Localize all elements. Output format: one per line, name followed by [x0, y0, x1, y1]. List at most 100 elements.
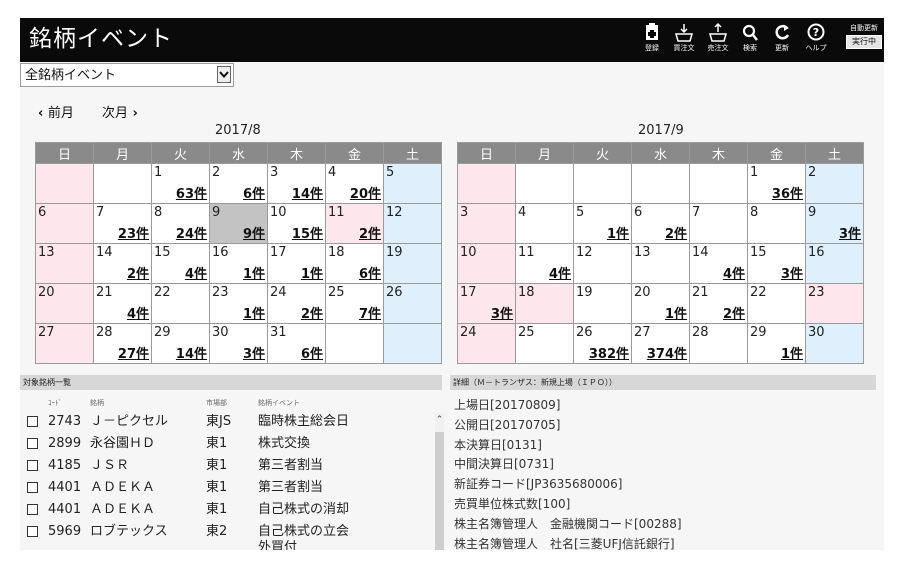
event-count-link[interactable]: 2件 — [665, 227, 687, 242]
auto-update-toggle[interactable]: 自動更新 実行中 — [846, 24, 882, 49]
row-checkbox[interactable] — [27, 460, 38, 471]
event-count-link[interactable]: 15件 — [292, 227, 323, 242]
calendar-day-cell[interactable]: 15 3件 — [747, 243, 806, 284]
calendar-day-cell[interactable]: 4 20件 — [325, 163, 384, 204]
event-count-link[interactable]: 6件 — [359, 267, 381, 282]
calendar-day-cell[interactable]: 23 — [805, 283, 864, 324]
event-count-link[interactable]: 7件 — [359, 307, 381, 322]
calendar-day-cell[interactable]: 17 3件 — [457, 283, 516, 324]
stock-row[interactable]: 5969 ロブテックス 東2 自己株式の立会外買付 — [20, 521, 436, 550]
calendar-day-cell[interactable]: 12 — [573, 243, 632, 284]
calendar-day-cell[interactable]: 11 4件 — [515, 243, 574, 284]
event-count-link[interactable]: 1件 — [665, 307, 687, 322]
next-month-link[interactable]: 次月 › — [102, 106, 138, 122]
calendar-day-cell[interactable]: 6 2件 — [631, 203, 690, 244]
calendar-day-cell[interactable]: 26 — [383, 283, 442, 324]
calendar-day-cell[interactable]: 22 — [151, 283, 210, 324]
calendar-day-cell[interactable]: 13 — [35, 243, 94, 284]
stock-row[interactable]: 4401 ＡＤＥＫＡ 東1 第三者割当 — [20, 477, 436, 499]
scroll-up-icon[interactable]: ⌃ — [435, 415, 444, 425]
calendar-day-cell[interactable]: 28 27件 — [93, 323, 152, 364]
event-count-link[interactable]: 23件 — [118, 227, 149, 242]
calendar-day-cell[interactable]: 1 63件 — [151, 163, 210, 204]
event-count-link[interactable]: 1件 — [301, 267, 323, 282]
calendar-day-cell[interactable]: 24 2件 — [267, 283, 326, 324]
refresh-button[interactable]: 更新 — [766, 22, 798, 58]
event-count-link[interactable]: 1件 — [243, 267, 265, 282]
help-button[interactable]: ? ヘルプ — [800, 22, 832, 58]
buy-order-button[interactable]: 買注文 — [668, 22, 700, 58]
row-checkbox[interactable] — [27, 504, 38, 515]
calendar-day-cell[interactable]: 26 382件 — [573, 323, 632, 364]
calendar-day-cell[interactable]: 28 — [689, 323, 748, 364]
event-count-link[interactable]: 3件 — [491, 307, 513, 322]
row-checkbox[interactable] — [27, 416, 38, 427]
event-count-link[interactable]: 2件 — [359, 227, 381, 242]
calendar-day-cell[interactable]: 2 — [805, 163, 864, 204]
calendar-day-cell[interactable]: 18 6件 — [325, 243, 384, 284]
stock-row[interactable]: 2899 永谷園ＨＤ 東1 株式交換 — [20, 433, 436, 455]
calendar-day-cell[interactable]: 31 6件 — [267, 323, 326, 364]
calendar-day-cell[interactable]: 16 — [805, 243, 864, 284]
register-button[interactable]: 登録 — [636, 22, 668, 58]
calendar-day-cell[interactable]: 3 14件 — [267, 163, 326, 204]
calendar-day-cell[interactable]: 18 — [515, 283, 574, 324]
calendar-day-cell[interactable]: 7 — [689, 203, 748, 244]
event-count-link[interactable]: 382件 — [589, 347, 629, 362]
search-button[interactable]: 検索 — [734, 22, 766, 58]
calendar-day-cell[interactable]: 13 — [631, 243, 690, 284]
event-count-link[interactable]: 20件 — [350, 187, 381, 202]
calendar-day-cell[interactable]: 5 — [383, 163, 442, 204]
calendar-day-cell[interactable]: 27 — [35, 323, 94, 364]
row-checkbox[interactable] — [27, 526, 38, 537]
event-count-link[interactable]: 6件 — [243, 187, 265, 202]
calendar-day-cell[interactable]: 27 374件 — [631, 323, 690, 364]
row-checkbox[interactable] — [27, 438, 38, 449]
event-count-link[interactable]: 9件 — [243, 227, 265, 242]
calendar-day-cell[interactable]: 9 3件 — [805, 203, 864, 244]
calendar-day-cell[interactable]: 22 — [747, 283, 806, 324]
calendar-day-cell[interactable]: 14 2件 — [93, 243, 152, 284]
calendar-day-cell[interactable]: 16 1件 — [209, 243, 268, 284]
stock-row[interactable]: 4185 ＪＳＲ 東1 第三者割当 — [20, 455, 436, 477]
calendar-day-cell[interactable]: 8 — [747, 203, 806, 244]
event-count-link[interactable]: 36件 — [772, 187, 803, 202]
event-count-link[interactable]: 14件 — [176, 347, 207, 362]
calendar-day-cell[interactable]: 11 2件 — [325, 203, 384, 244]
event-filter-select[interactable]: 全銘柄イベント — [20, 63, 234, 87]
event-count-link[interactable]: 14件 — [292, 187, 323, 202]
event-count-link[interactable]: 1件 — [607, 227, 629, 242]
calendar-day-cell[interactable]: 4 — [515, 203, 574, 244]
event-count-link[interactable]: 6件 — [301, 347, 323, 362]
calendar-day-cell[interactable]: 23 1件 — [209, 283, 268, 324]
dropdown-button[interactable] — [217, 66, 231, 83]
calendar-day-cell[interactable]: 14 4件 — [689, 243, 748, 284]
calendar-day-cell[interactable]: 25 — [515, 323, 574, 364]
calendar-day-cell[interactable]: 25 7件 — [325, 283, 384, 324]
calendar-day-cell[interactable]: 21 4件 — [93, 283, 152, 324]
calendar-day-cell[interactable]: 29 1件 — [747, 323, 806, 364]
calendar-day-cell[interactable]: 20 1件 — [631, 283, 690, 324]
calendar-day-cell[interactable]: 6 — [35, 203, 94, 244]
event-count-link[interactable]: 3件 — [839, 227, 861, 242]
calendar-day-cell[interactable]: 10 15件 — [267, 203, 326, 244]
prev-month-link[interactable]: ‹ 前月 — [38, 106, 74, 122]
calendar-day-cell[interactable]: 9 9件 — [209, 203, 268, 244]
calendar-day-cell[interactable]: 19 — [573, 283, 632, 324]
event-count-link[interactable]: 1件 — [243, 307, 265, 322]
calendar-day-cell[interactable]: 12 — [383, 203, 442, 244]
calendar-day-cell[interactable]: 2 6件 — [209, 163, 268, 204]
calendar-day-cell[interactable]: 8 24件 — [151, 203, 210, 244]
event-count-link[interactable]: 4件 — [127, 307, 149, 322]
calendar-day-cell[interactable]: 17 1件 — [267, 243, 326, 284]
calendar-day-cell[interactable]: 3 — [457, 203, 516, 244]
calendar-day-cell[interactable]: 5 1件 — [573, 203, 632, 244]
event-count-link[interactable]: 1件 — [781, 347, 803, 362]
stock-row[interactable]: 4401 ＡＤＥＫＡ 東1 自己株式の消却 — [20, 499, 436, 521]
sell-order-button[interactable]: 売注文 — [702, 22, 734, 58]
calendar-day-cell[interactable]: 1 36件 — [747, 163, 806, 204]
calendar-day-cell[interactable]: 30 — [805, 323, 864, 364]
calendar-day-cell[interactable]: 29 14件 — [151, 323, 210, 364]
event-count-link[interactable]: 2件 — [723, 307, 745, 322]
calendar-day-cell[interactable]: 19 — [383, 243, 442, 284]
